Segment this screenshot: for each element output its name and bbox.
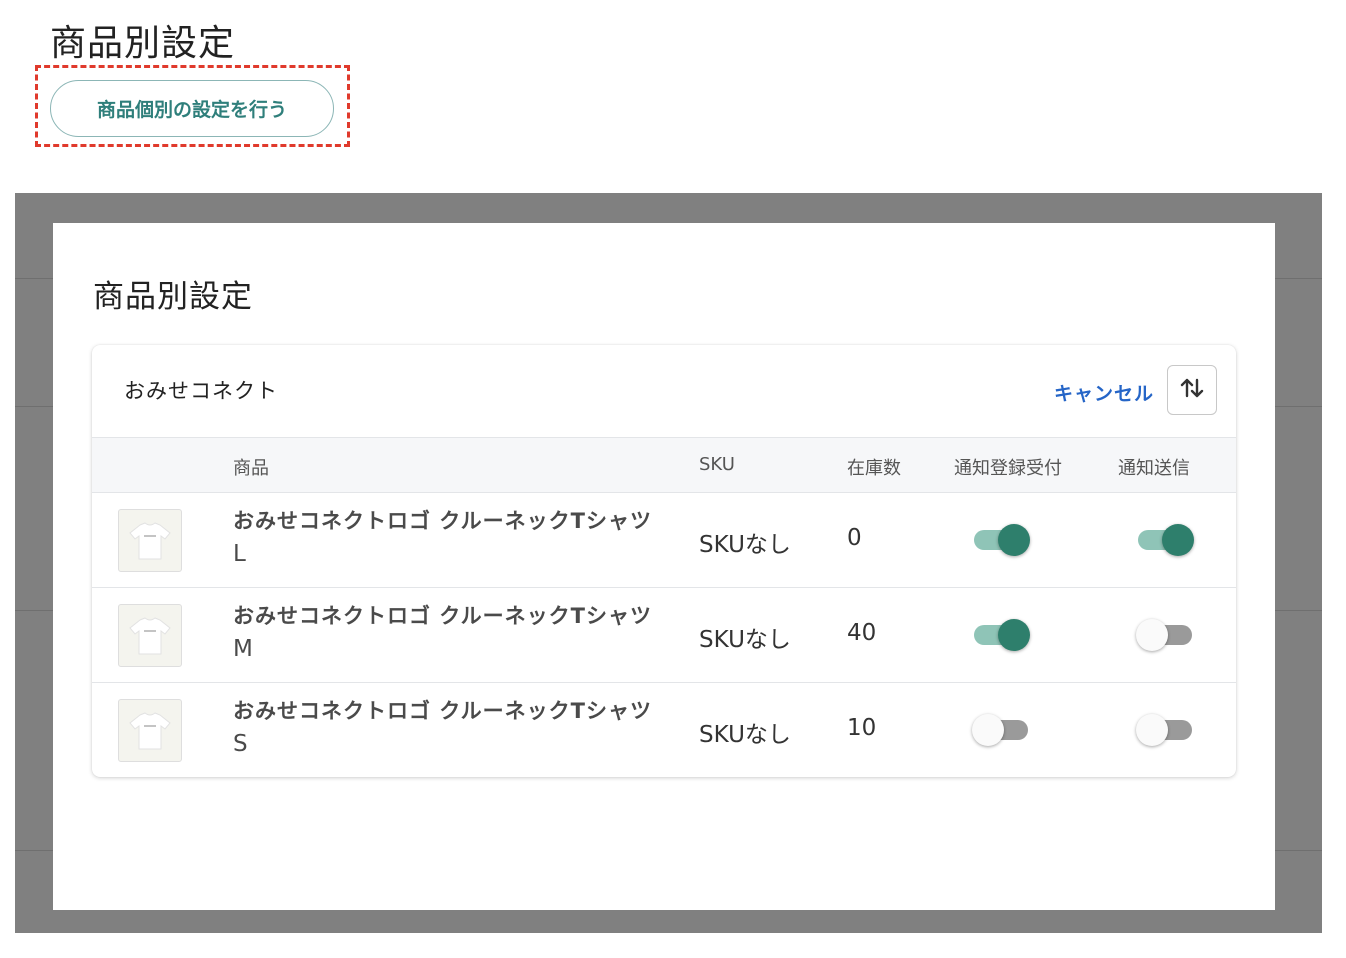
notify-registration-toggle[interactable]	[972, 618, 1034, 652]
column-header-sku: SKU	[699, 454, 735, 475]
stock-value: 0	[847, 525, 862, 551]
product-thumbnail	[118, 509, 182, 572]
product-thumbnail	[118, 699, 182, 762]
sku-value: SKUなし	[699, 722, 791, 748]
sku-value: SKUなし	[699, 627, 791, 653]
shop-name: おみせコネクト	[124, 379, 278, 403]
column-header-product: 商品	[233, 458, 269, 479]
product-size: L	[233, 541, 246, 567]
product-name: おみせコネクトロゴ クルーネックTシャツ	[233, 699, 653, 723]
card-header: おみせコネクト キャンセル	[92, 345, 1236, 437]
column-header-notify-send: 通知送信	[1118, 458, 1190, 479]
product-size: S	[233, 731, 248, 757]
product-thumbnail	[118, 604, 182, 667]
open-product-settings-button[interactable]: 商品個別の設定を行う	[50, 80, 334, 137]
product-table-card: おみせコネクト キャンセル 商品 SKU 在庫数 通知登録受付 通知送信 おみせ…	[92, 345, 1236, 777]
product-name: おみせコネクトロゴ クルーネックTシャツ	[233, 509, 653, 533]
notify-send-toggle[interactable]	[1136, 618, 1198, 652]
table-header: 商品 SKU 在庫数 通知登録受付 通知送信	[92, 437, 1236, 493]
cancel-link[interactable]: キャンセル	[1054, 379, 1154, 406]
product-size: M	[233, 636, 253, 662]
table-row: おみせコネクトロゴ クルーネックTシャツ L SKUなし 0	[92, 493, 1236, 588]
sort-button[interactable]	[1167, 365, 1217, 415]
notify-registration-toggle[interactable]	[972, 523, 1034, 557]
table-row: おみせコネクトロゴ クルーネックTシャツ M SKUなし 40	[92, 588, 1236, 683]
column-header-notify-registration: 通知登録受付	[954, 458, 1062, 479]
sort-arrows-icon	[1178, 374, 1206, 406]
stock-value: 10	[847, 715, 877, 741]
table-row: おみせコネクトロゴ クルーネックTシャツ S SKUなし 10	[92, 683, 1236, 777]
stock-value: 40	[847, 620, 877, 646]
notify-send-toggle[interactable]	[1136, 523, 1198, 557]
page-title: 商品別設定	[50, 23, 236, 64]
sku-value: SKUなし	[699, 532, 791, 558]
product-name: おみせコネクトロゴ クルーネックTシャツ	[233, 604, 653, 628]
column-header-stock: 在庫数	[847, 458, 901, 479]
notify-send-toggle[interactable]	[1136, 713, 1198, 747]
notify-registration-toggle[interactable]	[972, 713, 1034, 747]
product-settings-modal: 商品別設定 おみせコネクト キャンセル 商品 SKU 在庫数 通知登録受付 通知…	[53, 223, 1275, 910]
modal-title: 商品別設定	[93, 279, 253, 315]
